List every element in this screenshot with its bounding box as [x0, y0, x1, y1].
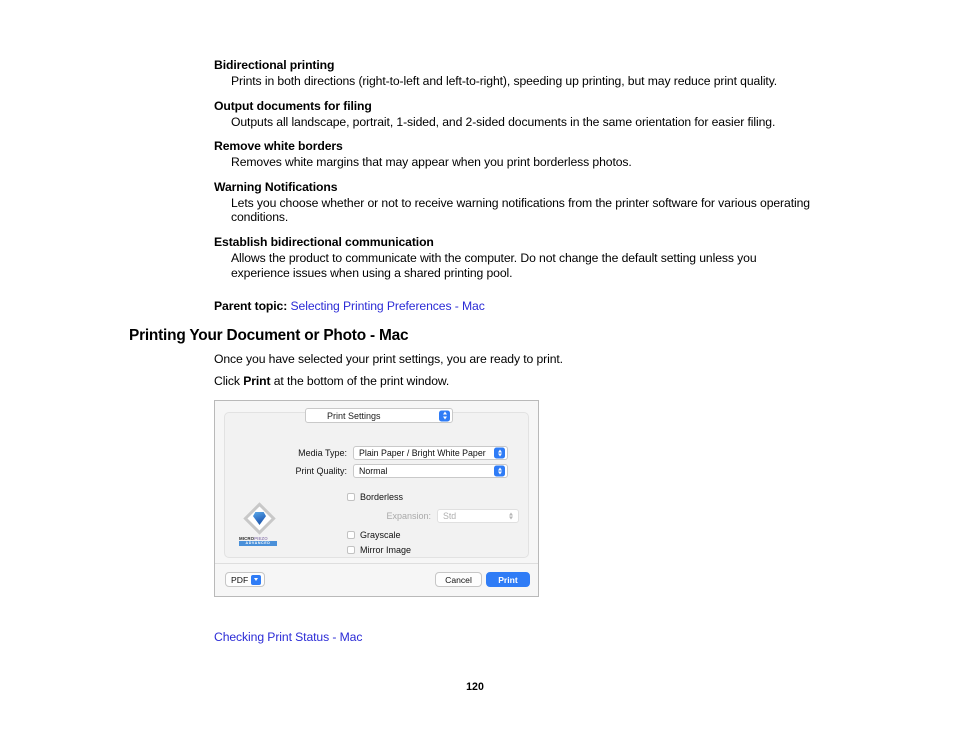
media-type-row: Media Type: Plain Paper / Bright White P…: [287, 446, 508, 460]
borderless-checkbox[interactable]: [347, 493, 355, 501]
print-quality-value: Normal: [359, 466, 388, 476]
definition-term: Bidirectional printing: [214, 58, 335, 72]
chevron-down-icon[interactable]: [251, 574, 261, 585]
document-page: Bidirectional printing Prints in both di…: [0, 0, 954, 738]
instruction-suffix: at the bottom of the print window.: [270, 374, 450, 388]
borderless-label: Borderless: [360, 492, 404, 502]
mirror-image-checkbox[interactable]: [347, 546, 355, 554]
grayscale-checkbox[interactable]: [347, 531, 355, 539]
grayscale-checkbox-row[interactable]: Grayscale: [347, 530, 401, 540]
mirror-image-label: Mirror Image: [360, 545, 412, 555]
mirror-image-checkbox-row[interactable]: Mirror Image: [347, 545, 411, 555]
parent-topic-label: Parent topic:: [214, 299, 288, 313]
expansion-row: Expansion: Std: [373, 509, 519, 523]
print-settings-popup-value: Print Settings: [327, 410, 381, 421]
cancel-button[interactable]: Cancel: [435, 572, 482, 587]
print-dialog-screenshot: Print Settings Media Type: Plain Paper /…: [214, 400, 539, 597]
grayscale-label: Grayscale: [360, 530, 401, 540]
pdf-button[interactable]: PDF: [225, 572, 265, 587]
pdf-button-label: PDF: [231, 574, 249, 585]
media-type-select[interactable]: Plain Paper / Bright White Paper: [353, 446, 508, 460]
media-type-label: Media Type:: [298, 448, 347, 458]
instruction-paragraph: Click Print at the bottom of the print w…: [214, 374, 449, 388]
logo-badge: ADVANCED: [239, 541, 277, 546]
micro-piezo-logo-icon: MICROPIEZO ADVANCED: [239, 501, 280, 547]
definition-description: Allows the product to communicate with t…: [231, 250, 757, 280]
definition-description: Outputs all landscape, portrait, 1-sided…: [231, 114, 776, 129]
up-down-chevron-icon[interactable]: [494, 465, 505, 477]
print-button[interactable]: Print: [486, 572, 530, 587]
expansion-label: Expansion:: [386, 511, 431, 521]
instruction-prefix: Click: [214, 374, 244, 388]
print-settings-pane: Print Settings Media Type: Plain Paper /…: [224, 408, 529, 558]
up-down-chevron-icon[interactable]: [439, 410, 450, 421]
page-title: Printing Your Document or Photo - Mac: [129, 327, 409, 344]
print-quality-label: Print Quality:: [295, 466, 347, 476]
parent-topic-link[interactable]: Selecting Printing Preferences - Mac: [291, 299, 485, 313]
instruction-emphasis: Print: [243, 374, 271, 388]
definition-term: Output documents for filing: [214, 98, 372, 113]
related-topic-link-container: Checking Print Status - Mac: [214, 630, 362, 644]
definition-term: Remove white borders: [214, 139, 343, 154]
definition-term: Warning Notifications: [214, 179, 338, 194]
media-type-value: Plain Paper / Bright White Paper: [359, 448, 486, 458]
expansion-select: Std: [437, 509, 519, 523]
intro-paragraph: Once you have selected your print settin…: [214, 352, 563, 366]
borderless-checkbox-row[interactable]: Borderless: [347, 492, 403, 502]
dialog-footer: PDF Cancel Print: [215, 563, 538, 596]
print-quality-row: Print Quality: Normal: [287, 464, 508, 478]
definition-description: Lets you choose whether or not to receiv…: [231, 195, 810, 225]
definition-description: Prints in both directions (right-to-left…: [231, 74, 778, 88]
checking-print-status-link[interactable]: Checking Print Status - Mac: [214, 630, 362, 644]
parent-topic: Parent topic: Selecting Printing Prefere…: [214, 299, 485, 314]
definition-description: Removes white margins that may appear wh…: [231, 155, 632, 170]
definition-list: Bidirectional printing Prints in both di…: [214, 57, 814, 280]
print-settings-popup[interactable]: Print Settings: [305, 408, 453, 423]
expansion-value: Std: [443, 511, 457, 521]
page-number: 120: [466, 681, 484, 693]
print-quality-select[interactable]: Normal: [353, 464, 508, 478]
up-down-chevron-icon[interactable]: [494, 447, 505, 459]
definition-term: Establish bidirectional communication: [214, 234, 434, 249]
diamond-icon: [242, 501, 277, 536]
up-down-chevron-icon: [505, 511, 516, 522]
